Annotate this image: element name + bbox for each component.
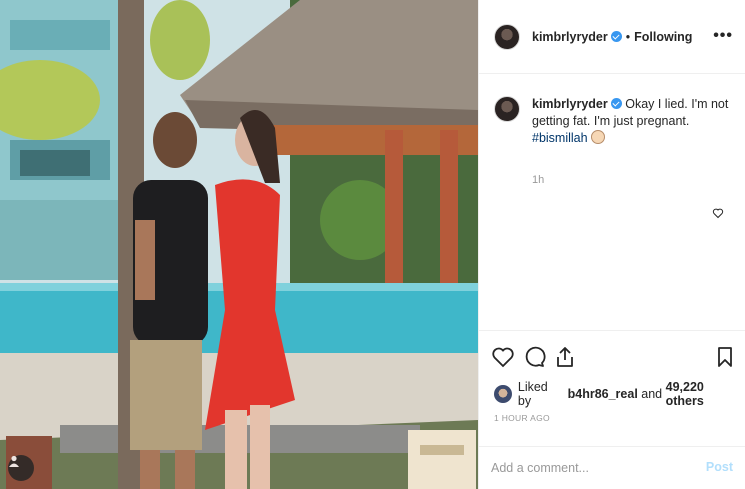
user-tag-button[interactable] <box>8 455 34 481</box>
user-tag-icon <box>9 455 19 467</box>
instagram-post: kimbrlyryder • Following ••• kimbrlyryde… <box>0 0 745 489</box>
likes-others-count[interactable]: 49,220 others <box>666 380 745 408</box>
post-header: kimbrlyryder • Following ••• <box>479 0 745 74</box>
likes-prefix: Liked by <box>517 380 548 408</box>
liker-avatar[interactable] <box>494 385 512 403</box>
caption-timestamp: 1h <box>532 174 545 186</box>
caption-username[interactable]: kimbrlyryder <box>532 97 608 111</box>
header-info: kimbrlyryder • Following <box>532 30 692 44</box>
heart-icon[interactable] <box>491 345 515 369</box>
following-button[interactable]: Following <box>634 30 692 44</box>
comment-input[interactable] <box>491 457 691 479</box>
likes-summary: Liked by b4hr86_real and 49,220 others <box>494 380 745 408</box>
header-separator: • <box>625 29 631 44</box>
action-bar <box>479 330 745 370</box>
caption-text: kimbrlyryder Okay I lied. I'm not gettin… <box>532 96 732 147</box>
caption-avatar[interactable] <box>494 96 520 122</box>
hashtag-link[interactable]: #bismillah <box>532 131 588 145</box>
verified-badge-icon <box>610 31 622 42</box>
author-username[interactable]: kimbrlyryder <box>532 30 608 44</box>
more-options-icon[interactable]: ••• <box>713 27 733 45</box>
comment-icon[interactable] <box>522 345 546 369</box>
share-icon[interactable] <box>553 345 577 369</box>
post-comment-button[interactable]: Post <box>706 460 733 474</box>
likes-connector: and <box>641 387 663 401</box>
caption-like-heart-icon[interactable] <box>712 207 724 219</box>
comment-bar: Post <box>479 446 745 489</box>
liker-username[interactable]: b4hr86_real <box>568 387 638 401</box>
post-caption: kimbrlyryder Okay I lied. I'm not gettin… <box>494 96 734 147</box>
author-avatar[interactable] <box>494 23 520 50</box>
post-photo[interactable] <box>0 0 478 489</box>
post-timestamp: 1 HOUR AGO <box>494 413 550 423</box>
caption-verified-badge-icon <box>610 98 622 109</box>
bookmark-icon[interactable] <box>713 345 737 369</box>
baby-emoji-icon <box>591 130 606 144</box>
photo-scene <box>0 0 478 489</box>
